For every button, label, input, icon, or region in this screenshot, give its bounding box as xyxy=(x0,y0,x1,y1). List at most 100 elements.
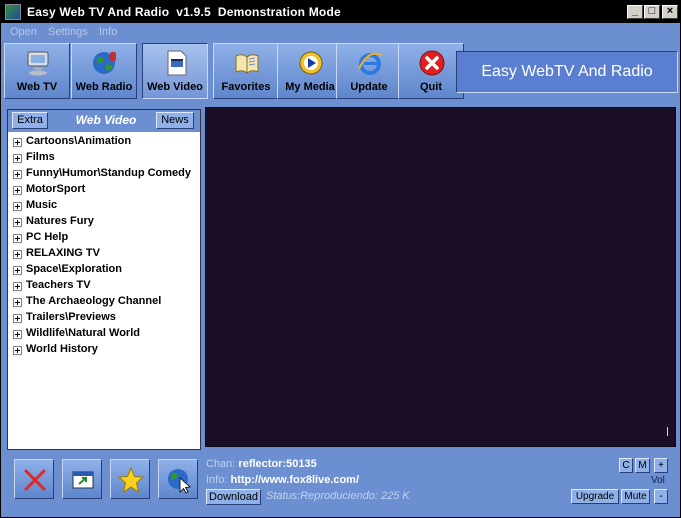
video-display[interactable] xyxy=(205,107,676,447)
tree-item[interactable]: Music xyxy=(8,198,200,214)
tree-item-label: PC Help xyxy=(26,231,69,243)
close-button[interactable]: × xyxy=(662,5,678,19)
web-video-button[interactable]: Web Video xyxy=(142,43,208,99)
globe-radio-icon xyxy=(93,52,116,74)
expand-plus-icon[interactable] xyxy=(13,282,22,291)
info-url[interactable]: http://www.fox8live.com/ xyxy=(230,474,359,486)
news-button[interactable]: News xyxy=(156,112,194,129)
menu-info[interactable]: Info xyxy=(99,26,117,38)
web-tv-button[interactable]: Web TV xyxy=(4,43,70,99)
tree-item[interactable]: The Archaeology Channel xyxy=(8,294,200,310)
menu-open[interactable]: Open xyxy=(10,26,37,38)
popout-window-button[interactable] xyxy=(62,459,102,499)
tree-item-label: World History xyxy=(26,343,98,355)
expand-plus-icon[interactable] xyxy=(13,266,22,275)
expand-plus-icon[interactable] xyxy=(13,170,22,179)
popout-window-icon xyxy=(72,471,94,489)
favorite-star-button[interactable] xyxy=(110,459,150,499)
tree-item-label: Teachers TV xyxy=(26,279,91,291)
expand-plus-icon[interactable] xyxy=(13,298,22,307)
tree-item[interactable]: Natures Fury xyxy=(8,214,200,230)
web-radio-button[interactable]: Web Radio xyxy=(71,43,137,99)
ie-update-icon xyxy=(358,52,383,75)
tree-item-label: RELAXING TV xyxy=(26,247,100,259)
delete-button[interactable] xyxy=(14,459,54,499)
volume-up-button[interactable]: + xyxy=(654,458,668,473)
tree-item[interactable]: World History xyxy=(8,342,200,358)
minimize-button[interactable]: _ xyxy=(627,5,643,19)
category-panel: Extra Web Video News Cartoons\Animation F… xyxy=(7,109,201,450)
quit-icon xyxy=(419,50,445,76)
title-bar[interactable]: Easy Web TV And Radio v1.9.5 Demonstrati… xyxy=(1,1,680,23)
extra-button[interactable]: Extra xyxy=(12,112,48,129)
expand-plus-icon[interactable] xyxy=(13,202,22,211)
book-icon xyxy=(235,54,259,75)
video-file-icon xyxy=(167,50,187,76)
upgrade-button[interactable]: Upgrade xyxy=(571,489,619,504)
expand-plus-icon[interactable] xyxy=(13,154,22,163)
app-window: Easy Web TV And Radio v1.9.5 Demonstrati… xyxy=(0,0,681,518)
tree-item-label: MotorSport xyxy=(26,183,86,195)
favorites-button[interactable]: Favorites xyxy=(213,43,279,99)
expand-plus-icon[interactable] xyxy=(13,234,22,243)
download-button[interactable]: Download xyxy=(206,489,261,505)
tree-item-label: Funny\Humor\Standup Comedy xyxy=(26,167,191,179)
chan-label: Chan: xyxy=(206,458,236,470)
info-label: Info: xyxy=(206,474,228,486)
tree-item[interactable]: RELAXING TV xyxy=(8,246,200,262)
tree-item-label: Space\Exploration xyxy=(26,263,122,275)
expand-plus-icon[interactable] xyxy=(13,250,22,259)
web-tv-label: Web TV xyxy=(16,81,58,93)
quit-button[interactable]: Quit xyxy=(398,43,464,99)
toolbar: Web TV Web Radio Web Video Favorites My … xyxy=(1,41,680,103)
tree-item[interactable]: Films xyxy=(8,150,200,166)
tree-item-label: Wildlife\Natural World xyxy=(26,327,140,339)
tree-item-label: Natures Fury xyxy=(26,215,94,227)
quit-label: Quit xyxy=(420,81,442,93)
panel-title: Web Video xyxy=(75,113,137,127)
expand-plus-icon[interactable] xyxy=(13,186,22,195)
m-button[interactable]: M xyxy=(635,458,650,473)
expand-plus-icon[interactable] xyxy=(13,330,22,339)
update-button[interactable]: Update xyxy=(336,43,402,99)
expand-plus-icon[interactable] xyxy=(13,346,22,355)
volume-label: Vol xyxy=(651,475,665,486)
web-video-label: Web Video xyxy=(147,81,203,93)
menu-bar: Open Settings Info xyxy=(1,23,680,41)
category-tree: Cartoons\Animation Films Funny\Humor\Stand… xyxy=(8,134,200,358)
web-link-button[interactable] xyxy=(158,459,198,499)
tree-item[interactable]: PC Help xyxy=(8,230,200,246)
maximize-button[interactable]: □ xyxy=(644,5,660,19)
tree-item[interactable]: Funny\Humor\Standup Comedy xyxy=(8,166,200,182)
favorites-label: Favorites xyxy=(221,81,271,93)
star-icon xyxy=(117,466,145,494)
tree-item-label: The Archaeology Channel xyxy=(26,295,162,307)
brand-banner: Easy WebTV And Radio xyxy=(456,51,678,93)
my-media-label: My Media xyxy=(285,81,335,93)
video-cursor-mark xyxy=(667,427,668,436)
tree-item[interactable]: Trailers\Previews xyxy=(8,310,200,326)
app-icon[interactable] xyxy=(5,4,21,20)
expand-plus-icon[interactable] xyxy=(13,314,22,323)
tree-item-label: Films xyxy=(26,151,55,163)
c-button[interactable]: C xyxy=(619,458,633,473)
panel-header: Extra Web Video News xyxy=(8,110,200,132)
tree-item[interactable]: Teachers TV xyxy=(8,278,200,294)
web-globe-icon xyxy=(168,469,191,494)
mute-button[interactable]: Mute xyxy=(621,489,650,504)
tree-item[interactable]: Cartoons\Animation xyxy=(8,134,200,150)
expand-plus-icon[interactable] xyxy=(13,218,22,227)
my-media-button[interactable]: My Media xyxy=(277,43,343,99)
expand-plus-icon[interactable] xyxy=(13,138,22,147)
channel-line: Chan: reflector:50135 xyxy=(206,458,317,470)
volume-down-button[interactable]: - xyxy=(654,489,668,504)
media-player-icon xyxy=(299,51,323,75)
menu-settings[interactable]: Settings xyxy=(48,26,88,38)
tree-item[interactable]: MotorSport xyxy=(8,182,200,198)
web-tv-icon xyxy=(27,51,49,76)
window-title: Easy Web TV And Radio v1.9.5 Demonstrati… xyxy=(27,5,341,19)
info-line: Info: http://www.fox8live.com/ xyxy=(206,474,359,486)
tree-item[interactable]: Wildlife\Natural World xyxy=(8,326,200,342)
delete-icon xyxy=(24,469,46,491)
tree-item[interactable]: Space\Exploration xyxy=(8,262,200,278)
